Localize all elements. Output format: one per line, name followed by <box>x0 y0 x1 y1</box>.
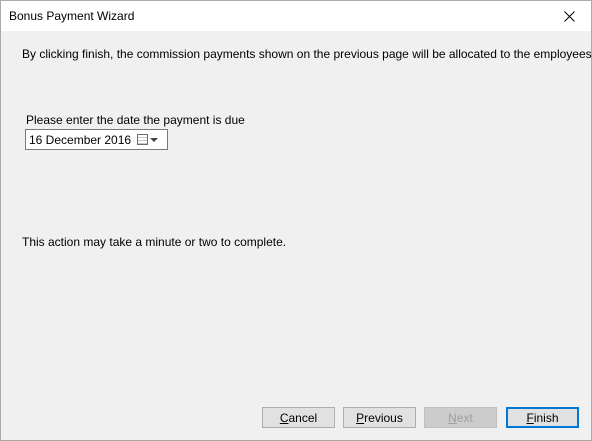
payment-date-picker[interactable]: 16 December 2016 <box>25 129 168 150</box>
close-button[interactable] <box>547 1 591 31</box>
window-title: Bonus Payment Wizard <box>9 9 135 23</box>
chevron-down-icon <box>150 137 158 142</box>
cancel-button[interactable]: Cancel <box>262 407 335 428</box>
wizard-window: Bonus Payment Wizard By clicking finish,… <box>0 0 592 441</box>
next-button[interactable]: Next <box>424 407 497 428</box>
finish-button[interactable]: Finish <box>506 407 579 428</box>
date-label: Please enter the date the payment is due <box>26 113 245 127</box>
close-icon <box>563 10 575 22</box>
previous-button[interactable]: Previous <box>343 407 416 428</box>
calendar-icon <box>137 134 148 145</box>
finish-label-rest: inish <box>533 410 559 425</box>
next-mnemonic: N <box>448 410 457 425</box>
date-value[interactable]: 16 December 2016 <box>26 133 137 147</box>
title-bar: Bonus Payment Wizard <box>1 1 591 31</box>
calendar-dropdown-button[interactable] <box>137 130 167 149</box>
cancel-label-rest: ancel <box>288 410 318 425</box>
intro-text: By clicking finish, the commission payme… <box>22 47 592 61</box>
previous-mnemonic: P <box>356 410 365 425</box>
duration-note: This action may take a minute or two to … <box>22 235 287 249</box>
next-label-rest: ext <box>456 410 473 425</box>
finish-mnemonic: F <box>526 410 534 425</box>
cancel-mnemonic: C <box>279 410 289 425</box>
previous-label-rest: revious <box>364 410 403 425</box>
